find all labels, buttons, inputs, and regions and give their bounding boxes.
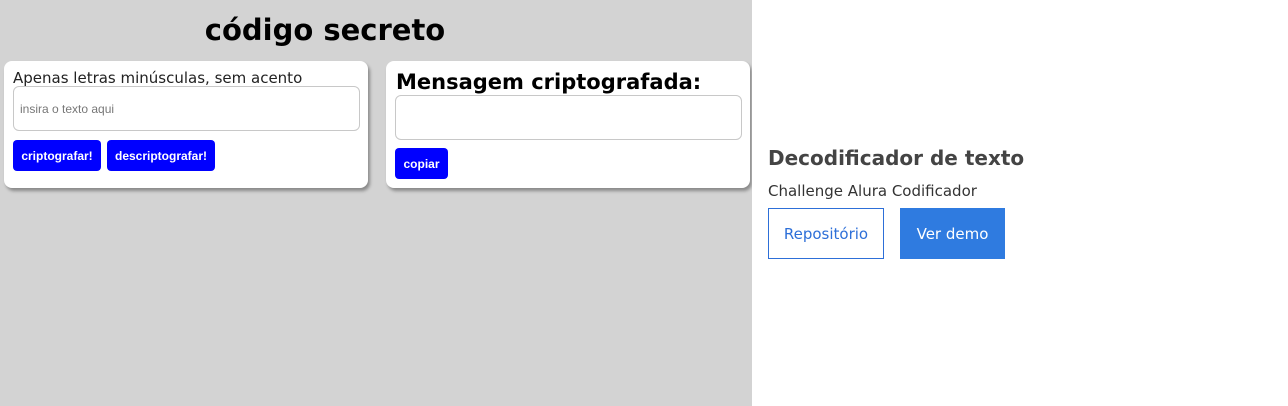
project-preview: código secreto Apenas letras minúsculas,… bbox=[0, 0, 752, 406]
output-card: Mensagem criptografada: copiar bbox=[386, 61, 750, 188]
copy-button[interactable]: copiar bbox=[395, 148, 448, 179]
project-title: Decodificador de texto bbox=[768, 146, 1025, 170]
text-input[interactable] bbox=[13, 86, 360, 131]
app-title: código secreto bbox=[204, 13, 446, 47]
input-hint: Apenas letras minúsculas, sem acento bbox=[13, 69, 303, 87]
project-info: Decodificador de texto Challenge Alura C… bbox=[768, 146, 1025, 259]
repository-button[interactable]: Repositório bbox=[768, 208, 884, 259]
output-title: Mensagem criptografada: bbox=[396, 70, 702, 94]
project-subtitle: Challenge Alura Codificador bbox=[768, 182, 977, 200]
output-field[interactable] bbox=[395, 95, 742, 140]
encrypt-button[interactable]: criptografar! bbox=[13, 140, 101, 171]
decrypt-button[interactable]: descriptografar! bbox=[107, 140, 215, 171]
view-demo-button[interactable]: Ver demo bbox=[900, 208, 1005, 259]
input-card: Apenas letras minúsculas, sem acento cri… bbox=[4, 61, 368, 188]
